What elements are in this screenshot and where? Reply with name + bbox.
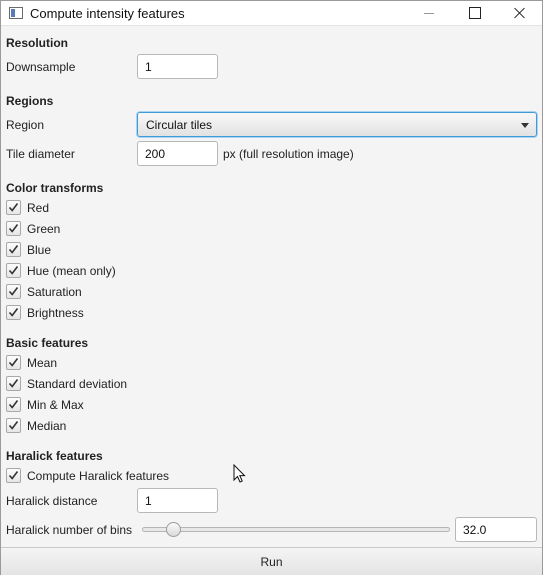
haralick-distance-input[interactable] bbox=[137, 488, 218, 513]
regions-heading: Regions bbox=[6, 94, 54, 108]
checkbox-box[interactable] bbox=[6, 468, 21, 483]
checkbox-box[interactable] bbox=[6, 221, 21, 236]
checkbox-red[interactable]: Red bbox=[6, 199, 49, 216]
checkbox-label: Compute Haralick features bbox=[27, 468, 170, 483]
app-icon bbox=[9, 7, 23, 19]
window-title: Compute intensity features bbox=[30, 6, 185, 21]
checkmark-icon bbox=[8, 224, 19, 233]
checkbox-label: Saturation bbox=[27, 284, 82, 299]
checkbox-box[interactable] bbox=[6, 263, 21, 278]
chevron-down-icon bbox=[521, 123, 529, 128]
checkbox-box[interactable] bbox=[6, 284, 21, 299]
tile-diameter-label: Tile diameter bbox=[6, 147, 75, 161]
basic-features-heading: Basic features bbox=[6, 336, 89, 350]
dialog-window: Compute intensity features Resolution Do… bbox=[0, 0, 543, 575]
checkmark-icon bbox=[8, 308, 19, 317]
minimize-icon[interactable] bbox=[405, 1, 451, 26]
checkbox-box[interactable] bbox=[6, 200, 21, 215]
checkmark-icon bbox=[8, 287, 19, 296]
haralick-bins-label: Haralick number of bins bbox=[6, 523, 133, 537]
checkbox-box[interactable] bbox=[6, 242, 21, 257]
checkbox-label: Red bbox=[27, 200, 50, 215]
checkmark-icon bbox=[8, 245, 19, 254]
checkmark-icon bbox=[8, 379, 19, 388]
region-label: Region bbox=[6, 118, 45, 132]
checkbox-green[interactable]: Green bbox=[6, 220, 60, 237]
checkbox-label: Standard deviation bbox=[27, 376, 128, 391]
downsample-input[interactable] bbox=[137, 54, 218, 79]
checkbox-box[interactable] bbox=[6, 418, 21, 433]
haralick-distance-label: Haralick distance bbox=[6, 494, 98, 508]
region-select[interactable]: Circular tiles bbox=[137, 112, 537, 137]
checkbox-standard-deviation[interactable]: Standard deviation bbox=[6, 375, 127, 392]
checkbox-label: Min & Max bbox=[27, 397, 84, 412]
checkmark-icon bbox=[8, 421, 19, 430]
checkbox-box[interactable] bbox=[6, 355, 21, 370]
downsample-label: Downsample bbox=[6, 60, 76, 74]
title-bar[interactable]: Compute intensity features bbox=[1, 1, 542, 26]
checkbox-blue[interactable]: Blue bbox=[6, 241, 51, 258]
checkbox-label: Hue (mean only) bbox=[27, 263, 116, 278]
checkbox-box[interactable] bbox=[6, 397, 21, 412]
close-icon[interactable] bbox=[496, 1, 542, 26]
checkmark-icon bbox=[8, 400, 19, 409]
checkbox-saturation[interactable]: Saturation bbox=[6, 283, 82, 300]
color-transforms-heading: Color transforms bbox=[6, 181, 104, 195]
checkbox-box[interactable] bbox=[6, 305, 21, 320]
checkbox-hue[interactable]: Hue (mean only) bbox=[6, 262, 116, 279]
checkbox-box[interactable] bbox=[6, 376, 21, 391]
resolution-heading: Resolution bbox=[6, 36, 68, 50]
haralick-features-heading: Haralick features bbox=[6, 449, 103, 463]
checkbox-compute-haralick[interactable]: Compute Haralick features bbox=[6, 467, 169, 484]
region-select-value: Circular tiles bbox=[146, 118, 213, 132]
checkbox-label: Median bbox=[27, 418, 67, 433]
checkbox-label: Brightness bbox=[27, 305, 84, 320]
run-button[interactable]: Run bbox=[1, 547, 542, 575]
tile-diameter-input[interactable] bbox=[137, 141, 218, 166]
checkbox-brightness[interactable]: Brightness bbox=[6, 304, 84, 321]
haralick-bins-slider-thumb[interactable] bbox=[166, 522, 181, 537]
checkbox-label: Mean bbox=[27, 355, 58, 370]
checkmark-icon bbox=[8, 266, 19, 275]
checkbox-label: Blue bbox=[27, 242, 52, 257]
haralick-bins-slider-track[interactable] bbox=[142, 527, 450, 532]
checkbox-median[interactable]: Median bbox=[6, 417, 66, 434]
mouse-cursor-icon bbox=[233, 464, 246, 483]
maximize-icon[interactable] bbox=[451, 1, 497, 26]
haralick-bins-input[interactable] bbox=[455, 517, 537, 542]
tile-diameter-unit: px (full resolution image) bbox=[223, 147, 354, 161]
checkbox-min-max[interactable]: Min & Max bbox=[6, 396, 84, 413]
checkmark-icon bbox=[8, 358, 19, 367]
checkbox-mean[interactable]: Mean bbox=[6, 354, 57, 371]
checkbox-label: Green bbox=[27, 221, 61, 236]
checkmark-icon bbox=[8, 203, 19, 212]
checkmark-icon bbox=[8, 471, 19, 480]
